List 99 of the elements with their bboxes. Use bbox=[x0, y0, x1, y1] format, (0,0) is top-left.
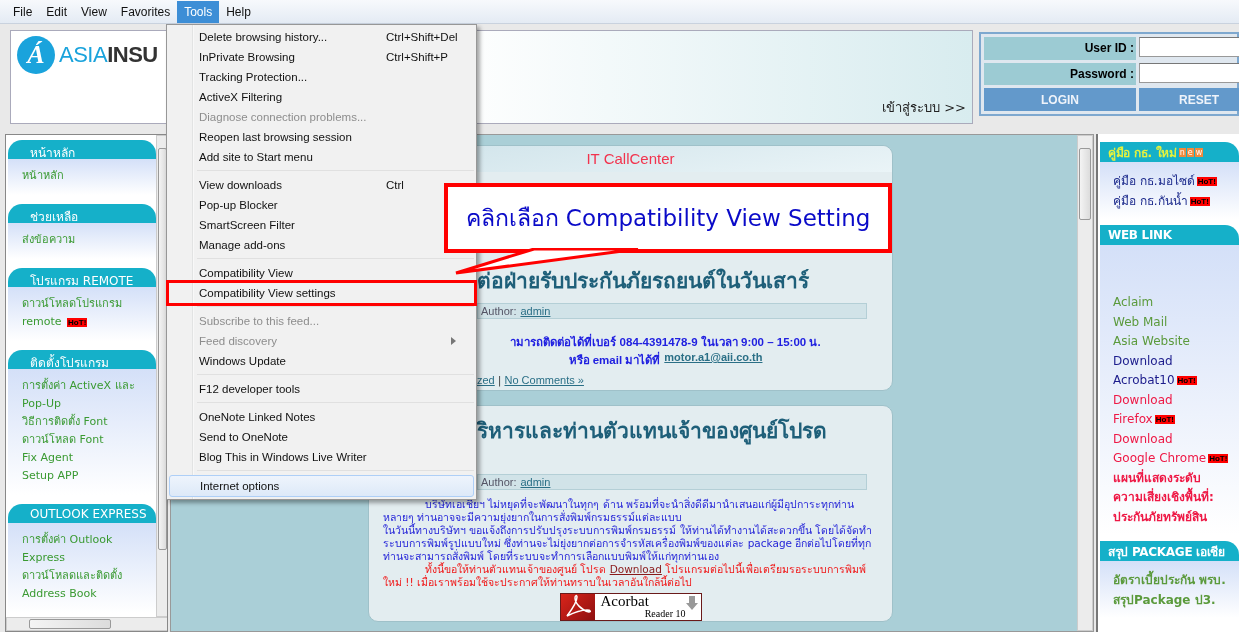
sidebar-link[interactable]: ความเสี่ยงเชิงพื้นที่: bbox=[1113, 488, 1214, 508]
menu-item[interactable]: InPrivate Browsing Ctrl+Shift+P bbox=[169, 47, 474, 67]
sidebar-link[interactable]: Google Chrome HoT! bbox=[1113, 449, 1229, 469]
sidebar-link[interactable]: วิธีการติดตั้ง Font bbox=[22, 413, 108, 431]
notice-paragraph: ทั้งนี้ขอให้ท่านตัวแทนเจ้าของศูนย์ โปรด Download โปรแกรมต่อไปนี้เพื่อเตรียมรอระบบการพิมพ์ใหม่ !! เมื่อเราพร้อมใช้จะประกาศให้ท่านทราบในเวลาอันใกล้นี้ต่อไป bbox=[383, 563, 868, 589]
login-link[interactable]: เข้าสู่ระบบ >> bbox=[882, 97, 966, 118]
new-badge-letter: n bbox=[1178, 147, 1186, 157]
menu-bar-item[interactable]: Favorites bbox=[113, 0, 178, 23]
sidebar-link[interactable]: ดาวน์โหลดและติดตั้ง bbox=[22, 567, 122, 585]
logo-mark: Á bbox=[17, 36, 55, 74]
author-label: Author: bbox=[481, 476, 517, 488]
login-button[interactable]: RESET bbox=[1139, 88, 1239, 111]
sidebar-link[interactable]: remote HoT! bbox=[22, 313, 88, 331]
menu-item[interactable]: Tracking Protection... bbox=[169, 67, 474, 87]
section-heading: ช่วยเหลือ bbox=[8, 204, 156, 223]
menu-bar-item[interactable]: File bbox=[6, 0, 40, 23]
sidebar-link[interactable]: Express bbox=[22, 549, 65, 567]
heading-text: สรุป PACKAGE เอเชีย bbox=[1108, 543, 1225, 561]
hot-badge: HoT! bbox=[1176, 376, 1197, 385]
sidebar-link[interactable]: Acrobat10 HoT! bbox=[1113, 371, 1197, 391]
sidebar-link[interactable]: Download bbox=[1113, 429, 1173, 449]
download-banner[interactable]: Acorbat Reader 10 bbox=[559, 593, 702, 621]
author-link[interactable]: admin bbox=[520, 476, 551, 488]
sidebar-link[interactable]: Web Mail bbox=[1113, 312, 1168, 332]
input-field[interactable] bbox=[1139, 37, 1239, 57]
sidebar-link[interactable]: Firefox HoT! bbox=[1113, 410, 1175, 430]
menu-item[interactable]: OneNote Linked Notes bbox=[169, 407, 474, 427]
comments-link[interactable]: No Comments » bbox=[504, 374, 584, 387]
sidebar-link[interactable]: Download bbox=[1113, 351, 1173, 371]
sidebar-link[interactable]: ดาวน์โหลดโปรแกรม bbox=[22, 295, 122, 313]
hot-badge: HoT! bbox=[1208, 454, 1229, 463]
sidebar-link[interactable]: คู่มือ กธ.มอไซด์ HoT! bbox=[1113, 172, 1217, 192]
hot-badge: HoT! bbox=[1154, 415, 1175, 424]
menu-item[interactable]: Compatibility View settings bbox=[169, 283, 474, 303]
hot-badge: HoT! bbox=[1196, 177, 1217, 186]
menu-item[interactable]: F12 developer tools bbox=[169, 379, 474, 399]
author-label: Author: bbox=[481, 305, 517, 317]
scrollbar[interactable] bbox=[1077, 135, 1093, 631]
shortcut-label: Ctrl+Shift+P bbox=[386, 51, 449, 63]
menu-bar-item[interactable]: Help bbox=[219, 0, 258, 23]
login-button[interactable]: LOGIN bbox=[984, 88, 1136, 111]
sidebar-link[interactable]: คู่มือ กธ.กันน้ำ HoT! bbox=[1113, 191, 1210, 211]
category-link[interactable]: zed bbox=[477, 374, 495, 387]
download-link[interactable]: Download bbox=[609, 563, 662, 575]
sidebar-link[interactable]: Asia Website bbox=[1113, 332, 1190, 352]
sidebar-link[interactable]: แผนที่แสดงระดับ bbox=[1113, 468, 1201, 488]
menu-item[interactable]: Delete browsing history... Ctrl+Shift+Del bbox=[169, 27, 474, 47]
pdf-logo-icon bbox=[560, 594, 595, 620]
sidebar-link[interactable]: Fix Agent bbox=[22, 449, 74, 467]
heading-text: WEB LINK bbox=[1108, 228, 1172, 242]
sidebar-link[interactable]: Pop-Up bbox=[22, 395, 61, 413]
menu-item[interactable]: Reopen last browsing session bbox=[169, 127, 474, 147]
sidebar-link[interactable]: การตั้งค่า ActiveX และ bbox=[22, 377, 135, 395]
scrollbar[interactable] bbox=[6, 617, 167, 631]
input-field[interactable] bbox=[1139, 62, 1239, 83]
paragraph: บริษัทเอเชียฯ ไม่หยุดที่จะพัฒนาในทุกๆ ด้าน พร้อมที่จะนำสิ่งดีดีมานำเสนอแก่ผู้มีอุปการะทุกท่านหลายๆ ท่านอาจจะมีความยุ่งยากในการสั่งพิมพ์กรมธรรม์แต่ละแบบ bbox=[383, 498, 855, 524]
sidebar-link[interactable]: หน้าหลัก bbox=[22, 167, 64, 185]
submenu-arrow-icon bbox=[451, 337, 456, 345]
shortcut-label: Ctrl bbox=[386, 179, 405, 191]
sidebar-link[interactable]: ประกันภัยทรัพย์สิน bbox=[1113, 507, 1207, 527]
download-arrow-icon bbox=[685, 594, 701, 610]
sidebar-link[interactable]: ส่งข้อความ bbox=[22, 231, 75, 249]
hot-badge: HoT! bbox=[1189, 196, 1210, 206]
sidebar-link[interactable]: Aclaim bbox=[1113, 293, 1154, 313]
section-heading: ติดตั้งโปรแกรม bbox=[8, 350, 156, 369]
shortcut-label: Ctrl+Shift+Del bbox=[386, 31, 456, 43]
menu-item[interactable]: Blog This in Windows Live Writer bbox=[169, 447, 474, 467]
author-link[interactable]: admin bbox=[520, 305, 551, 317]
new-badge-letter: e bbox=[1186, 147, 1194, 157]
hot-badge: HoT! bbox=[67, 317, 88, 327]
banner-title: Acorbat bbox=[600, 594, 650, 608]
banner-subtitle: Reader 10 bbox=[643, 608, 686, 619]
heading-text: คู่มือ กธ. ใหม่ bbox=[1108, 144, 1177, 162]
sidebar-link[interactable]: สรุปPackage ป3. bbox=[1113, 590, 1216, 610]
section-heading: หน้าหลัก bbox=[8, 140, 156, 159]
menu-bar-item[interactable]: Edit bbox=[39, 0, 75, 23]
sidebar-link[interactable]: การตั้งค่า Outlook bbox=[22, 531, 113, 549]
menu-bar-item[interactable]: View bbox=[74, 0, 114, 23]
sidebar-link[interactable]: Address Book bbox=[22, 585, 97, 603]
field-label: Password : bbox=[984, 62, 1136, 86]
menu-item[interactable]: Windows Update bbox=[169, 351, 474, 371]
email-link[interactable]: motor.a1@aii.co.th bbox=[664, 351, 763, 369]
menu-item[interactable]: Compatibility View bbox=[169, 263, 474, 283]
paragraph: ในวันนี้ทางบริษัทฯ ขอแจ้งถึงการปรับปรุงระบบการพิมพ์กรมธรรม์ ให้ท่านได้ทำงานได้สะดวกขึ้น โดยได้จัดทำระบบการพิมพ์รูปแบบใหม่ ซึ่งท่านจะไม่ยุ่งยากต่อการจำรหัสเครื่องพิมพ์ของแต่ละ package อีกต่อไปโดยที่ทุกท่านจะสามารถสั่งพิมพ์ โดยที่ระบบจะทำการเลือกแบบพิมพ์ให้แก่ทุกท่านเอง bbox=[383, 524, 873, 563]
separator-text: | bbox=[497, 374, 502, 387]
menu-item[interactable]: Send to OneNote bbox=[169, 427, 474, 447]
menu-bar-item[interactable]: Tools bbox=[177, 0, 220, 23]
logo-text: ASIAINSU bbox=[59, 42, 158, 68]
sidebar-link[interactable]: Download bbox=[1113, 390, 1173, 410]
contact-text: หรือ email มาได้ที่ bbox=[568, 351, 661, 369]
menu-item[interactable]: ActiveX Filtering bbox=[169, 87, 474, 107]
section-heading: โปรแกรม REMOTE bbox=[8, 268, 156, 287]
section-heading: OUTLOOK EXPRESS bbox=[8, 504, 156, 523]
sidebar-link[interactable]: อัตราเบี้ยประกัน พรบ. bbox=[1113, 571, 1226, 591]
sidebar-link[interactable]: ดาวน์โหลด Font bbox=[22, 431, 104, 449]
field-label: User ID : bbox=[984, 37, 1136, 60]
sidebar-link[interactable]: Setup APP bbox=[22, 467, 79, 485]
new-badge-letter: w bbox=[1194, 147, 1204, 157]
menu-item[interactable]: Internet options bbox=[169, 475, 474, 497]
